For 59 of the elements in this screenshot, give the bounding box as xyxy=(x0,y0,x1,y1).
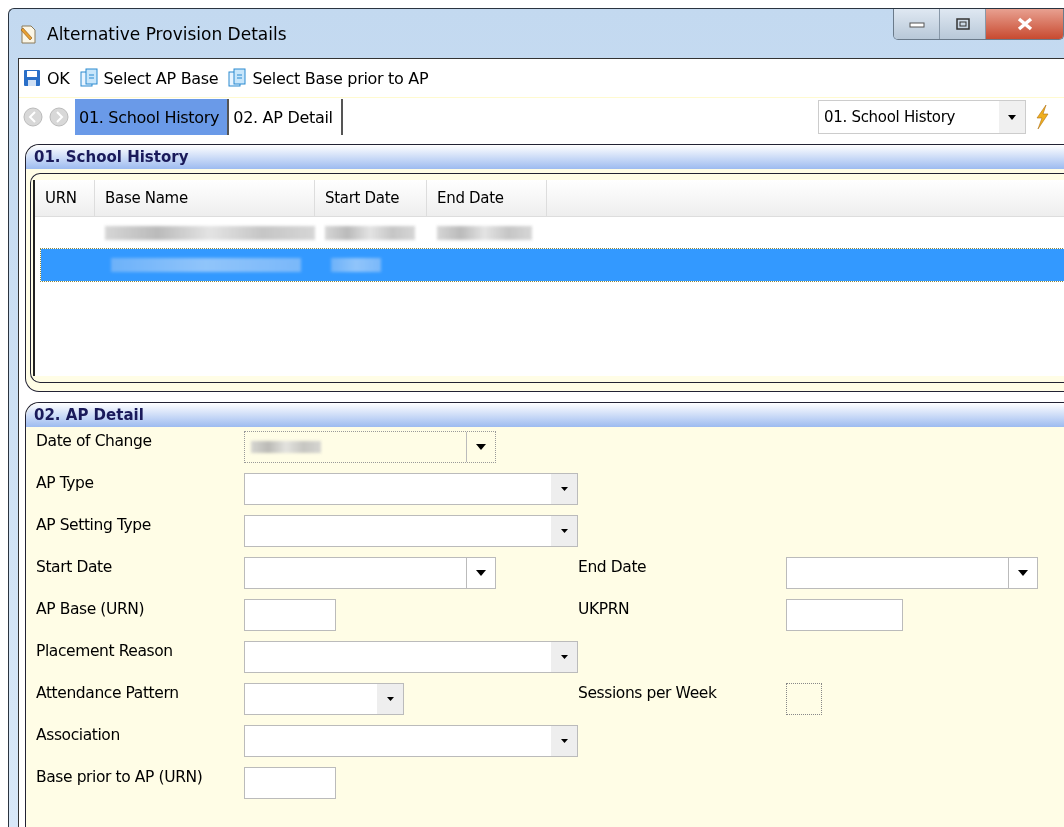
lightning-icon xyxy=(1034,105,1050,129)
column-header[interactable]: Start Date xyxy=(315,180,427,216)
dropdown-arrow-icon xyxy=(476,570,486,576)
section-header: 01. School History xyxy=(26,145,1064,169)
section-tab[interactable]: 01. School History xyxy=(75,99,230,135)
save-button[interactable]: OK xyxy=(23,68,70,88)
dropdown-field[interactable] xyxy=(244,641,578,673)
field-label: AP Base (URN) xyxy=(36,599,146,618)
input-field[interactable] xyxy=(244,599,336,631)
field-label: End Date xyxy=(578,557,648,576)
date-field[interactable] xyxy=(244,557,496,589)
dropdown-field[interactable] xyxy=(244,725,578,757)
select-button[interactable]: Select AP Base xyxy=(79,68,219,88)
dropdown-field[interactable] xyxy=(244,683,404,715)
dropdown-arrow-icon xyxy=(560,739,568,743)
field-label: Base prior to AP (URN) xyxy=(36,767,204,786)
dropdown-arrow-icon xyxy=(560,487,568,491)
dropdown-arrow-icon xyxy=(1008,114,1016,120)
field-label: AP Type xyxy=(36,473,95,492)
input-field[interactable] xyxy=(786,599,903,631)
field-label: Association xyxy=(36,725,121,744)
field-label: UKPRN xyxy=(578,599,631,618)
date-field[interactable] xyxy=(786,557,1038,589)
documents-icon xyxy=(79,68,98,88)
blurred-text xyxy=(331,258,381,272)
field-label: Date of Change xyxy=(36,431,153,450)
input-field[interactable] xyxy=(244,767,336,799)
dropdown-arrow-icon xyxy=(386,697,394,701)
dropdown-arrow-icon xyxy=(1018,570,1028,576)
column-header[interactable]: End Date xyxy=(427,180,547,216)
document-pencil-icon xyxy=(19,23,37,44)
section-dropdown[interactable]: 01. School History xyxy=(818,100,1026,134)
maximize-icon xyxy=(954,17,971,31)
table-row[interactable] xyxy=(41,249,1064,281)
field-label: Attendance Pattern xyxy=(36,683,180,702)
minimize-icon xyxy=(907,20,926,28)
blurred-text xyxy=(251,441,321,453)
field-label: Start Date xyxy=(36,557,113,576)
minimize-button[interactable] xyxy=(894,9,939,39)
close-button[interactable] xyxy=(985,9,1063,39)
maximize-button[interactable] xyxy=(939,9,985,39)
close-icon xyxy=(1015,17,1034,31)
dropdown-arrow-icon xyxy=(560,529,568,533)
section-tab[interactable]: 02. AP Detail xyxy=(229,99,343,135)
window-title: Alternative Provision Details xyxy=(47,23,287,44)
dropdown-arrow-icon xyxy=(476,444,486,450)
number-field[interactable] xyxy=(786,683,822,715)
column-header[interactable]: Base Name xyxy=(95,180,315,216)
dropdown-field[interactable] xyxy=(244,515,578,547)
field-label: AP Setting Type xyxy=(36,515,152,534)
dropdown-arrow-icon xyxy=(560,655,568,659)
date-field[interactable] xyxy=(244,431,496,463)
section-header: 02. AP Detail xyxy=(26,403,1064,427)
field-label: Placement Reason xyxy=(36,641,174,660)
column-header[interactable]: URN xyxy=(35,180,95,216)
field-label: Sessions per Week xyxy=(578,683,718,702)
select-button[interactable]: Select Base prior to AP xyxy=(228,68,429,88)
documents-icon xyxy=(228,68,247,88)
dropdown-field[interactable] xyxy=(244,473,578,505)
